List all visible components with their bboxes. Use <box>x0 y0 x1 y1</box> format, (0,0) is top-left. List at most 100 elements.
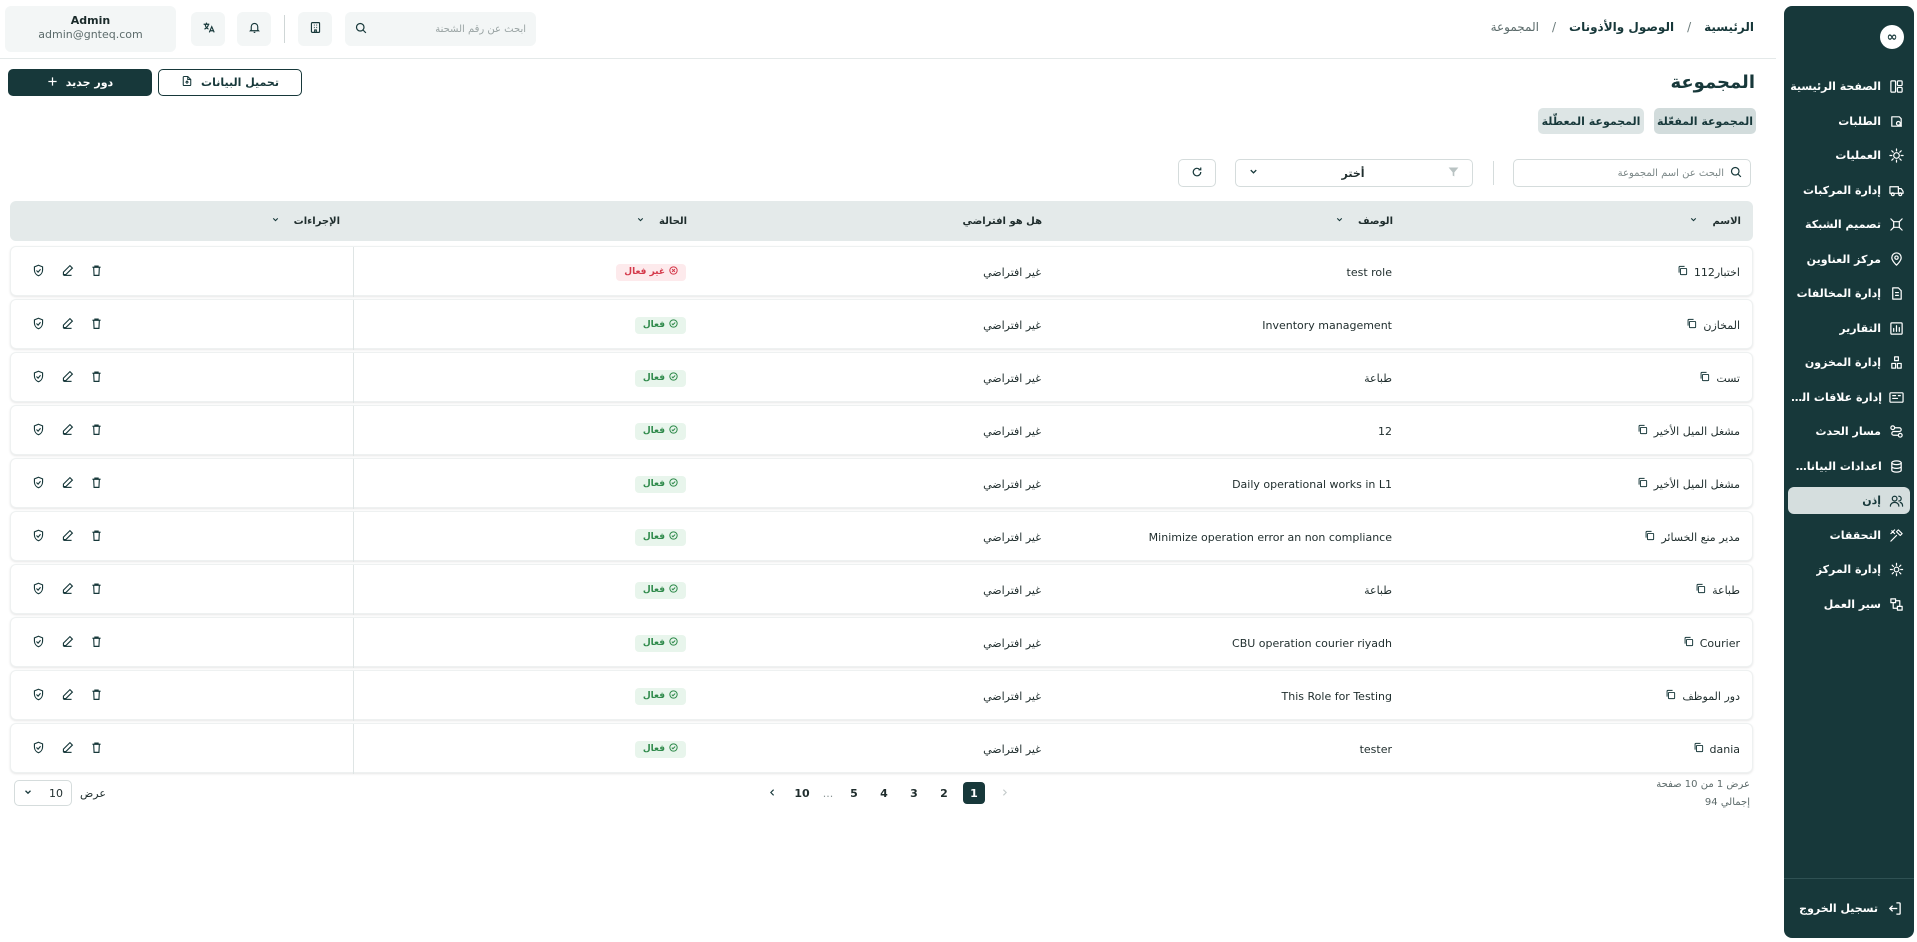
permissions-button[interactable] <box>27 580 49 600</box>
copy-icon[interactable] <box>1695 583 1706 597</box>
delete-button[interactable] <box>85 368 107 388</box>
sidebar-item-crm[interactable]: إدارة علاقات العملاء <box>1788 384 1910 411</box>
permissions-button[interactable] <box>27 368 49 388</box>
edit-button[interactable] <box>56 474 78 494</box>
edit-button[interactable] <box>56 315 78 335</box>
previous-page-button[interactable] <box>993 782 1015 804</box>
page-button[interactable]: 5 <box>843 782 865 804</box>
new-role-button[interactable]: دور جديد <box>8 69 152 96</box>
permissions-button[interactable] <box>27 474 49 494</box>
route-icon <box>1888 424 1904 440</box>
sidebar-item-dashboard[interactable]: الصفحة الرئيسية <box>1788 73 1910 100</box>
page-button[interactable]: 3 <box>903 782 925 804</box>
tab-enabled-groups[interactable]: المجموعة المفعّلة <box>1654 108 1756 134</box>
notifications-button[interactable] <box>237 12 271 46</box>
sidebar-item-reports[interactable]: التقارير <box>1788 315 1910 342</box>
permissions-button[interactable] <box>27 315 49 335</box>
sidebar-item-location[interactable]: مركز العناوين <box>1788 246 1910 273</box>
pencil-icon <box>61 317 74 333</box>
edit-button[interactable] <box>56 421 78 441</box>
page-button[interactable]: 4 <box>873 782 895 804</box>
tab-disabled-groups[interactable]: المجموعة المعطّلة <box>1538 108 1644 134</box>
permissions-button[interactable] <box>27 739 49 759</box>
copy-icon[interactable] <box>1699 371 1710 385</box>
copy-icon[interactable] <box>1693 742 1704 756</box>
per-page-value: 10 <box>49 786 63 800</box>
breadcrumb-access-permissions[interactable]: الوصول والأذونات <box>1569 20 1674 34</box>
group-search-input[interactable] <box>1522 167 1724 179</box>
per-page-select[interactable]: 10 <box>14 780 72 806</box>
delete-button[interactable] <box>85 315 107 335</box>
permissions-button[interactable] <box>27 262 49 282</box>
copy-icon[interactable] <box>1644 530 1655 544</box>
edit-button[interactable] <box>56 527 78 547</box>
refresh-button[interactable] <box>1178 159 1216 187</box>
sidebar-item-inventory[interactable]: إدارة المخزون <box>1788 349 1910 376</box>
sidebar-item-database[interactable]: اعدادات البيانات... <box>1788 453 1910 480</box>
language-button[interactable] <box>191 12 225 46</box>
copy-icon[interactable] <box>1677 265 1688 279</box>
edit-button[interactable] <box>56 368 78 388</box>
edit-button[interactable] <box>56 633 78 653</box>
edit-button[interactable] <box>56 262 78 282</box>
page-button[interactable]: 2 <box>933 782 955 804</box>
sidebar-item-orders[interactable]: الطلبات <box>1788 108 1910 135</box>
shipment-search-input[interactable] <box>375 23 526 35</box>
sidebar-item-violations[interactable]: إدارة المخالفات <box>1788 280 1910 307</box>
copy-icon[interactable] <box>1686 318 1697 332</box>
column-header-name[interactable]: الاسم <box>1689 201 1741 241</box>
sidebar-item-users[interactable]: إذن <box>1788 487 1910 514</box>
breadcrumb-home[interactable]: الرئيسية <box>1704 20 1754 34</box>
delete-button[interactable] <box>85 580 107 600</box>
next-page-button[interactable] <box>761 782 783 804</box>
copy-icon[interactable] <box>1683 636 1694 650</box>
sidebar-item-truck[interactable]: إدارة المركبات <box>1788 177 1910 204</box>
edit-button[interactable] <box>56 739 78 759</box>
pagination-page-count: عرض 1 من 10 صفحة <box>1656 779 1750 790</box>
chevron-left-icon <box>768 787 777 800</box>
sidebar-item-network[interactable]: تصميم الشبكة <box>1788 211 1910 238</box>
permissions-button[interactable] <box>27 421 49 441</box>
permissions-button[interactable] <box>27 527 49 547</box>
database-icon <box>1889 458 1904 474</box>
delete-button[interactable] <box>85 739 107 759</box>
copy-icon[interactable] <box>1665 689 1676 703</box>
delete-button[interactable] <box>85 686 107 706</box>
copy-icon[interactable] <box>1637 477 1648 491</box>
delete-button[interactable] <box>85 421 107 441</box>
building-button[interactable] <box>298 12 332 46</box>
sidebar-item-gear[interactable]: إدارة المركز <box>1788 556 1910 583</box>
sidebar-item-workflow[interactable]: سير العمل <box>1788 591 1910 618</box>
pagination: 1 2 3 4 5... 10 <box>761 782 1015 804</box>
row-name: مدير منع الخسائر <box>1661 530 1740 544</box>
edit-button[interactable] <box>56 686 78 706</box>
sidebar-item-operations[interactable]: العمليات <box>1788 142 1910 169</box>
status-label: فعال <box>642 320 665 330</box>
status-badge: فعال <box>634 687 686 705</box>
delete-button[interactable] <box>85 633 107 653</box>
delete-button[interactable] <box>85 262 107 282</box>
permissions-button[interactable] <box>27 633 49 653</box>
user-profile[interactable]: Admin admin@gnteq.com <box>5 6 176 52</box>
sidebar-item-route[interactable]: مسار الحدث <box>1788 418 1910 445</box>
page-button[interactable]: 10 <box>791 782 813 804</box>
permissions-button[interactable] <box>27 686 49 706</box>
filter-select[interactable]: أختر <box>1235 159 1473 187</box>
column-header-actions[interactable]: الإجراءات <box>271 201 340 241</box>
upload-data-button[interactable]: تحميل البيانات <box>158 69 302 96</box>
column-header-status[interactable]: الحالة <box>636 201 687 241</box>
delete-button[interactable] <box>85 474 107 494</box>
logout-button[interactable]: تسجيل الخروج <box>1784 878 1914 938</box>
delete-button[interactable] <box>85 527 107 547</box>
status-badge: فعال <box>634 581 686 599</box>
page-button[interactable]: 1 <box>963 782 985 804</box>
copy-icon[interactable] <box>1637 424 1648 438</box>
sidebar-item-tools[interactable]: التحققات <box>1788 522 1910 549</box>
row-name: Courier <box>1699 636 1740 650</box>
edit-button[interactable] <box>56 580 78 600</box>
app-logo-icon[interactable]: ∞ <box>1880 25 1904 49</box>
column-header-description[interactable]: الوصف <box>1335 201 1393 241</box>
pagination-total: إجمالي 94 <box>1704 797 1750 808</box>
gear-icon <box>1888 562 1904 578</box>
status-badge: فعال <box>634 369 686 387</box>
